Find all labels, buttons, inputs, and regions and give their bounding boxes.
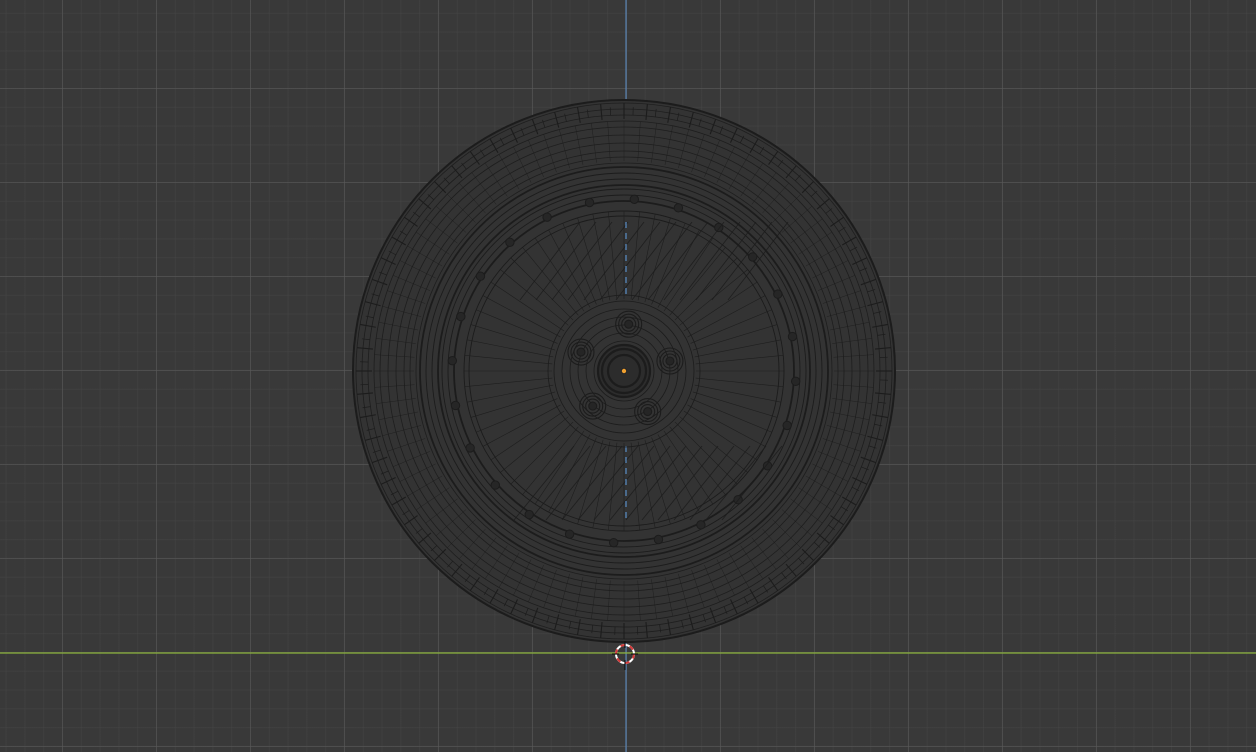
rim-bolt-icon xyxy=(629,194,640,205)
rim-bolt-icon xyxy=(447,355,458,366)
rim-bolt-icon xyxy=(790,376,801,387)
rim-bolt-icon xyxy=(696,520,706,530)
rim-bolt-icon xyxy=(673,203,684,213)
lug-nut-ring xyxy=(624,319,634,329)
lug-nut-ring xyxy=(643,407,653,417)
rim-bolt-icon xyxy=(465,443,475,453)
3d-viewport[interactable] xyxy=(0,0,1256,752)
rim-bolt-icon xyxy=(475,271,486,281)
rim-bolt-icon xyxy=(542,212,552,222)
wheel-mesh[interactable] xyxy=(352,99,896,643)
rim-bolt-icon xyxy=(564,529,575,539)
rim-bolt-icon xyxy=(787,331,798,342)
lug-nut-ring xyxy=(665,356,675,366)
rim-bolt-icon xyxy=(490,480,501,490)
rim-bolt-icon xyxy=(747,252,758,262)
rim-bolt-icon xyxy=(456,311,466,322)
rim-bolt-icon xyxy=(584,197,595,208)
3d-cursor-icon[interactable] xyxy=(612,641,638,670)
rim-bolt-icon xyxy=(762,461,773,471)
rim-bolt-icon xyxy=(450,400,461,411)
rim-bolt-icon xyxy=(505,237,515,248)
object-origin-dot xyxy=(621,367,628,374)
rim-bolt-icon xyxy=(782,420,792,431)
lug-nut-ring xyxy=(576,347,586,357)
lug-nut-ring xyxy=(588,401,598,411)
viewport-scene[interactable] xyxy=(0,0,1256,752)
rim-bolt-icon xyxy=(608,537,619,548)
rim-bolt-icon xyxy=(773,289,783,299)
rim-bolt-icon xyxy=(653,534,664,545)
